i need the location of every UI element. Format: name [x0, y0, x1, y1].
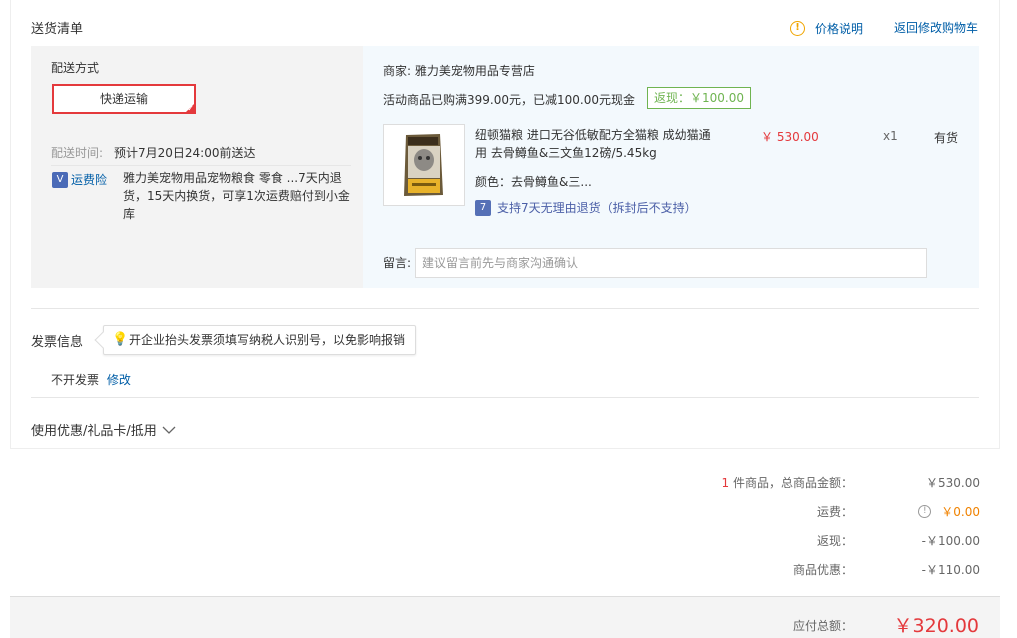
color-label: 颜色：	[475, 175, 512, 189]
back-to-cart-link[interactable]: 返回修改购物车	[894, 19, 978, 36]
checkmark-icon: ✓	[187, 104, 194, 113]
discount-value: -￥110.00	[921, 563, 980, 577]
section-title: 送货清单	[31, 22, 84, 37]
invoice-modify-link[interactable]: 修改	[107, 373, 131, 387]
summary-freight-row: 运费： ! ￥0.00	[580, 503, 980, 521]
lightbulb-icon: 💡	[112, 332, 129, 347]
seller: 商家: 雅力美宠物用品专营店	[383, 62, 535, 79]
item-count: 1	[721, 476, 730, 490]
product-name-line: 纽顿猫粮 进口无谷低敏配方全猫粮 成幼猫通	[475, 128, 711, 142]
product-image[interactable]	[383, 124, 465, 206]
section-divider	[31, 397, 979, 398]
insurance-desc-line: 货，15天内换货，可享1次运费赔付到小金	[123, 189, 350, 203]
product-price: ￥ 530.00	[761, 130, 819, 144]
freight-info-icon[interactable]: !	[918, 505, 932, 518]
summary-goods-row: 1 件商品，总商品金额： ￥530.00	[580, 474, 980, 492]
freight-value: ￥0.00	[941, 505, 980, 519]
insurance-desc-line: 雅力美宠物用品宠物粮食 零食 ...7天内退	[123, 171, 342, 185]
discount-label: 商品优惠：	[792, 563, 853, 577]
total-value: ￥320.00	[893, 615, 979, 637]
seller-label: 商家:	[383, 64, 412, 78]
summary-discount-row: 商品优惠： -￥110.00	[580, 561, 980, 579]
color-value: 去骨鳟鱼&三...	[511, 175, 592, 189]
delivery-time-label: 配送时间:	[51, 146, 104, 160]
freight-value-wrap: ! ￥0.00	[918, 503, 980, 520]
seven-day-return-icon: 7	[475, 199, 491, 216]
message-label: 留言:	[383, 256, 412, 270]
section-divider	[31, 308, 979, 309]
return-policy: 7 支持7天无理由退货（拆封后不支持）	[475, 199, 697, 216]
promo-text: 活动商品已购满399.00元，已减100.00元现金	[383, 93, 635, 107]
insurance-desc: 雅力美宠物用品宠物粮食 零食 ...7天内退 货，15天内换货，可享1次运费赔付…	[123, 169, 353, 223]
delivery-time-value: 预计7月20日24:00前送达	[114, 146, 256, 160]
goods-amount-label: 1 件商品，总商品金额：	[722, 474, 853, 491]
shipping-divider	[51, 165, 351, 166]
freight-label: 运费：	[816, 505, 853, 519]
price-note-link[interactable]: ! 价格说明	[790, 19, 863, 37]
message-input[interactable]: 建议留言前先与商家沟通确认	[415, 248, 927, 278]
seller-name: 雅力美宠物用品专营店	[414, 64, 535, 78]
shipping-method-label: 快递运输	[99, 92, 148, 106]
product-color: 颜色：去骨鳟鱼&三...	[475, 173, 592, 190]
shipping-label: 配送方式	[51, 61, 100, 75]
product-quantity: x1	[883, 129, 898, 143]
product-name[interactable]: 纽顿猫粮 进口无谷低敏配方全猫粮 成幼猫通 用 去骨鳟鱼&三文鱼12磅/5.45…	[475, 126, 711, 162]
total-label: 应付总额：	[792, 619, 853, 633]
insurance-label: 运费险	[71, 173, 108, 187]
cashback-label: 返现：	[816, 534, 853, 548]
invoice-tip-text: 开企业抬头发票须填写纳税人识别号，以免影响报销	[129, 333, 406, 347]
coupon-label: 使用优惠/礼品卡/抵用	[31, 424, 157, 439]
item-count-suffix: 件商品，总商品金额：	[732, 476, 853, 490]
product-name-line: 用 去骨鳟鱼&三文鱼12磅/5.45kg	[475, 146, 657, 160]
chevron-down-icon	[162, 426, 176, 434]
cat-food-bag-icon	[404, 134, 443, 196]
stock-status: 有货	[934, 131, 959, 145]
insurance-icon: V	[52, 171, 68, 188]
cashback-value: -￥100.00	[921, 534, 980, 548]
invoice-tip: 💡 开企业抬头发票须填写纳税人识别号，以免影响报销	[94, 325, 417, 355]
info-icon: !	[790, 20, 805, 36]
invoice-title: 发票信息	[31, 335, 84, 350]
shipping-panel	[31, 46, 363, 288]
cashback-badge: 返现：￥100.00	[647, 87, 751, 109]
return-policy-text: 支持7天无理由退货（拆封后不支持）	[497, 201, 697, 215]
freight-insurance[interactable]: V 运费险	[52, 171, 107, 188]
summary-cashback-row: 返现： -￥100.00	[580, 532, 980, 550]
invoice-status-row: 不开发票 修改	[51, 371, 131, 388]
total-bar: 应付总额： ￥320.00	[10, 596, 1000, 638]
coupon-toggle[interactable]: 使用优惠/礼品卡/抵用	[31, 420, 176, 439]
price-note-label: 价格说明	[815, 21, 864, 36]
goods-amount: ￥530.00	[926, 476, 980, 490]
shipping-method-button[interactable]: 快递运输 ✓	[52, 84, 196, 114]
invoice-status: 不开发票	[51, 373, 100, 387]
insurance-desc-line: 库	[123, 207, 136, 221]
